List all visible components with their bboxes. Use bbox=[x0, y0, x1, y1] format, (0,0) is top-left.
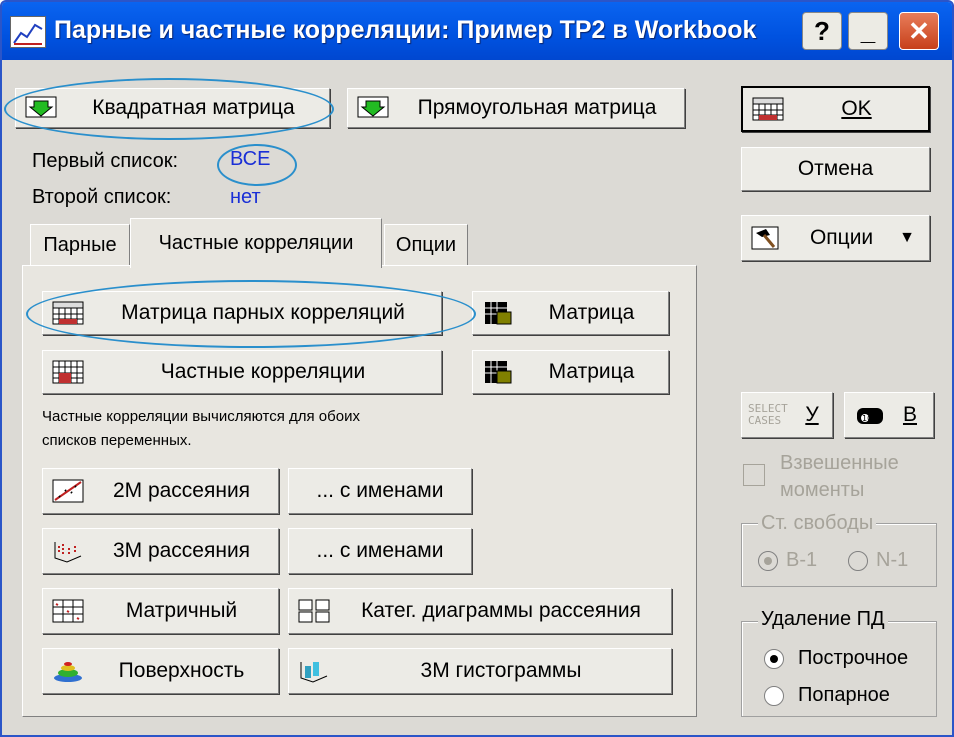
svg-text:10: 10 bbox=[862, 414, 872, 423]
surface-plot-label: Поверхность bbox=[118, 659, 245, 682]
first-list-label: Первый список: bbox=[32, 150, 179, 172]
note-line-1: Частные корреляции вычисляются для обоих bbox=[42, 408, 360, 425]
options-label: Опции bbox=[809, 226, 874, 249]
scatter-3d-button[interactable]: 3М рассеяния bbox=[42, 528, 279, 574]
scatter-2d-names-button[interactable]: ... с именами bbox=[288, 468, 472, 514]
partial-correlations-label: Частные корреляции bbox=[160, 360, 366, 383]
df-option-n1: N-1 bbox=[876, 549, 909, 571]
categorized-grid-icon bbox=[297, 598, 331, 624]
pair-correlation-matrix-button[interactable]: Матрица парных корреляций bbox=[42, 291, 442, 335]
scatter-2d-names-label: ... с именами bbox=[316, 479, 444, 502]
select-cases-key: У bbox=[805, 403, 819, 426]
histogram-3d-label: 3М гистограммы bbox=[420, 659, 582, 682]
surface-icon bbox=[51, 658, 85, 684]
df-group-label: Ст. свободы bbox=[758, 512, 877, 535]
matrix-button-1[interactable]: Матрица bbox=[472, 291, 669, 335]
weight-icon: 10 bbox=[853, 402, 887, 428]
select-cases-button[interactable]: SELECT CASES У bbox=[741, 392, 833, 438]
md-radio-casewise[interactable] bbox=[764, 649, 784, 669]
green-arrow-icon bbox=[24, 95, 58, 121]
dialog-window: Парные и частные корреляции: Пример ТР2 … bbox=[0, 0, 954, 737]
second-list-label: Второй список: bbox=[32, 186, 172, 208]
tab-options[interactable]: Опции bbox=[384, 224, 468, 266]
scatter-2d-button[interactable]: 2М рассеяния bbox=[42, 468, 279, 514]
chart-app-icon bbox=[10, 16, 46, 48]
scatter-2d-icon bbox=[51, 478, 85, 504]
scatter-3d-label: 3М рассеяния bbox=[112, 539, 251, 562]
md-group-label: Удаление ПД bbox=[758, 608, 888, 631]
matrix-plot-icon bbox=[51, 598, 85, 624]
dropdown-arrow-icon: ▼ bbox=[899, 229, 915, 246]
weight-key: В bbox=[902, 403, 917, 426]
histogram-3d-icon bbox=[297, 658, 331, 684]
save-grid-icon bbox=[481, 359, 515, 385]
md-option-pairwise: Попарное bbox=[798, 684, 890, 706]
weighted-moments-checkbox[interactable] bbox=[743, 464, 765, 486]
minimize-button[interactable]: _ bbox=[848, 12, 888, 50]
rectangular-matrix-label: Прямоугольная матрица bbox=[417, 96, 657, 119]
weighted-moments-line1: Взвешенные bbox=[780, 452, 899, 474]
partial-correlations-button[interactable]: Частные корреляции bbox=[42, 350, 442, 394]
md-radio-pairwise[interactable] bbox=[764, 686, 784, 706]
md-option-casewise: Построчное bbox=[798, 647, 909, 669]
tab-pairs[interactable]: Парные bbox=[30, 224, 130, 266]
square-matrix-button[interactable]: Квадратная матрица bbox=[15, 88, 330, 128]
window-title: Парные и частные корреляции: Пример ТР2 … bbox=[54, 16, 757, 44]
save-grid-icon bbox=[481, 300, 515, 326]
pair-correlation-matrix-label: Матрица парных корреляций bbox=[121, 301, 405, 324]
weighted-moments-line2: моменты bbox=[780, 479, 865, 501]
first-list-value[interactable]: ВСЕ bbox=[230, 148, 270, 171]
weight-button[interactable]: 10 В bbox=[844, 392, 934, 438]
summary-grid-icon bbox=[751, 96, 785, 122]
ok-label: OK bbox=[841, 97, 872, 120]
matrix-plot-button[interactable]: Матричный bbox=[42, 588, 279, 634]
table-grid-icon bbox=[51, 359, 85, 385]
square-matrix-label: Квадратная матрица bbox=[92, 96, 295, 119]
options-button[interactable]: Опции ▼ bbox=[741, 215, 930, 261]
df-option-b1: В-1 bbox=[786, 549, 818, 571]
matrix-plot-label: Матричный bbox=[125, 599, 238, 622]
histogram-3d-button[interactable]: 3М гистограммы bbox=[288, 648, 672, 694]
cancel-button[interactable]: Отмена bbox=[741, 147, 930, 191]
matrix-label-2: Матрица bbox=[548, 360, 635, 383]
scatter-3d-names-label: ... с именами bbox=[316, 539, 444, 562]
cancel-label: Отмена bbox=[797, 157, 874, 180]
title-bar[interactable]: Парные и частные корреляции: Пример ТР2 … bbox=[2, 2, 952, 60]
surface-plot-button[interactable]: Поверхность bbox=[42, 648, 279, 694]
df-radio-n1[interactable] bbox=[848, 551, 868, 571]
matrix-button-2[interactable]: Матрица bbox=[472, 350, 669, 394]
note-line-2: списков переменных. bbox=[42, 432, 192, 449]
green-arrow-icon bbox=[356, 95, 390, 121]
second-list-value[interactable]: нет bbox=[230, 186, 261, 209]
tab-partial-correlations[interactable]: Частные корреляции bbox=[130, 218, 382, 268]
scatter-2d-label: 2М рассеяния bbox=[112, 479, 251, 502]
help-button[interactable]: ? bbox=[802, 12, 842, 50]
select-cases-icon: SELECT CASES bbox=[748, 402, 788, 427]
close-button[interactable]: ✕ bbox=[899, 12, 939, 50]
ok-button[interactable]: OK bbox=[741, 86, 930, 132]
rectangular-matrix-button[interactable]: Прямоугольная матрица bbox=[347, 88, 685, 128]
hammer-icon bbox=[750, 225, 784, 251]
scatter-3d-names-button[interactable]: ... с именами bbox=[288, 528, 472, 574]
matrix-label-1: Матрица bbox=[548, 301, 635, 324]
df-radio-b1[interactable] bbox=[758, 551, 778, 571]
scatter-3d-icon bbox=[51, 538, 85, 564]
categorized-scatter-label: Катег. диаграммы рассеяния bbox=[361, 599, 641, 622]
matrix-grid-icon bbox=[51, 300, 85, 326]
categorized-scatter-button[interactable]: Катег. диаграммы рассеяния bbox=[288, 588, 672, 634]
